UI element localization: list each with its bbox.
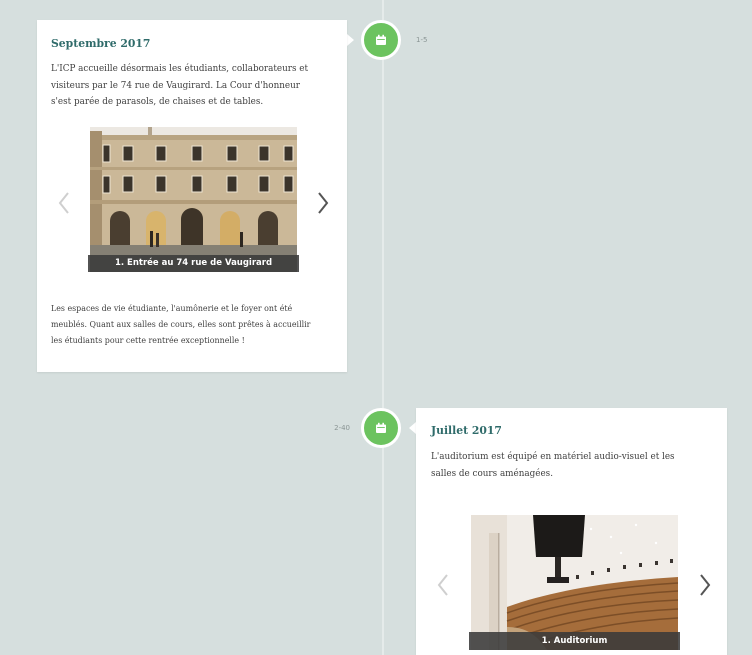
timeline-line [382,0,384,655]
text-line: les étudiants pour cette rentrée excepti… [51,336,245,345]
calendar-icon [375,31,387,50]
slide-photo-building [90,127,297,272]
event-intro-text: L'auditorium est équipé en matériel audi… [431,449,675,482]
slider-prev-button[interactable] [58,192,70,214]
event-outro-text: Les espaces de vie étudiante, l'aumôneri… [51,301,310,349]
event-date-title: Septembre 2017 [51,37,151,50]
timeline-marker-label: 1-5 [416,36,428,44]
auditorium-wall [471,515,507,650]
timeline-marker [361,20,401,60]
text-line: L'auditorium est équipé en matériel audi… [431,452,675,462]
chevron-left-icon [437,574,448,596]
slide-photo-auditorium [471,515,678,650]
text-line: visiteurs par le 74 rue de Vaugirard. La… [51,80,300,91]
chevron-left-icon [58,192,69,214]
timeline-marker [361,408,401,448]
card-pointer [409,422,416,434]
text-line: s'est parée de parasols, de chaises et d… [51,97,264,107]
timeline-event-card: Septembre 2017 L'ICP accueille désormais… [37,20,347,372]
event-intro-text: L'ICP accueille désormais les étudiants,… [51,61,308,111]
text-line: salles de cours aménagées. [431,468,553,479]
chevron-right-icon [700,574,711,596]
card-pointer [347,34,354,46]
slider-next-button[interactable] [317,192,329,214]
slide-caption: 1. Auditorium [469,632,680,650]
calendar-icon [375,419,387,438]
slide-caption: 1. Entrée au 74 rue de Vaugirard [88,255,299,272]
event-date-title: Juillet 2017 [431,424,502,437]
text-line: meublés. Quant aux salles de cours, elle… [51,320,311,329]
text-line: L'ICP accueille désormais les étudiants,… [51,64,309,74]
slider-prev-button[interactable] [437,574,449,596]
text-line: Les espaces de vie étudiante, l'aumôneri… [51,304,293,313]
timeline-marker-label: 2-40 [334,424,350,432]
timeline-event-card: Juillet 2017 L'auditorium est équipé en … [416,408,727,655]
chevron-right-icon [318,192,329,214]
slider-next-button[interactable] [699,574,711,596]
